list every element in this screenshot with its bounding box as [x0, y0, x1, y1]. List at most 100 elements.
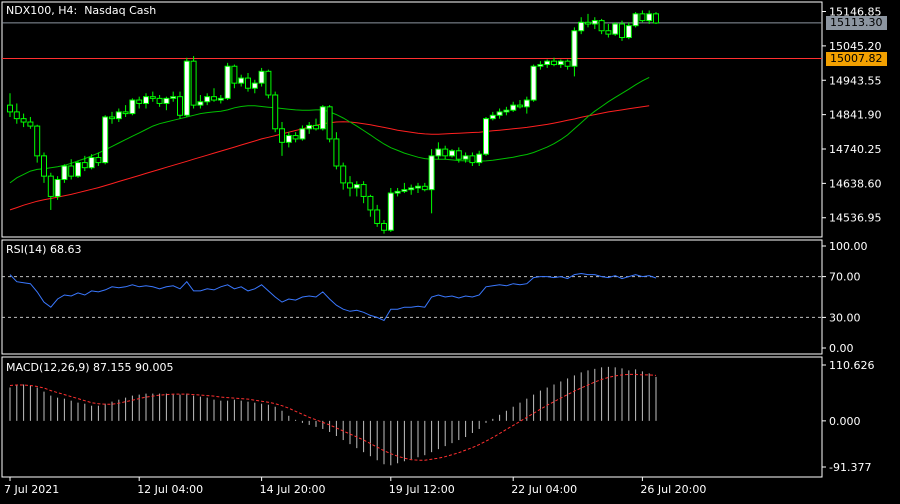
candle-body	[408, 187, 415, 191]
chart-title: NDX100, H4: Nasdaq Cash	[6, 4, 157, 17]
candle	[591, 17, 598, 30]
candle	[238, 74, 245, 87]
candle	[204, 93, 211, 106]
candle	[149, 91, 156, 102]
candle-body	[598, 20, 605, 32]
candle-body	[578, 21, 585, 32]
candle-body	[612, 23, 619, 35]
candle	[605, 23, 612, 38]
candle-body	[177, 96, 183, 116]
candle-body	[115, 111, 122, 120]
candle	[557, 59, 564, 68]
trading-chart[interactable]: 15146.85 15045.20 14943.55 14841.90 14740.25…	[0, 0, 900, 500]
candle	[279, 122, 285, 156]
macd-frame	[1, 356, 823, 478]
macd-tick-label: -91.377	[829, 461, 871, 474]
candle-body	[449, 150, 455, 157]
candle-body	[129, 99, 136, 115]
candle	[143, 93, 149, 109]
axis-labels: 15146.8515045.2014943.5514841.9014740.25…	[4, 6, 882, 496]
candle-body	[7, 104, 13, 113]
pane-frames	[1, 1, 823, 478]
candle-body	[619, 23, 625, 39]
candle-body	[211, 96, 217, 101]
candle-body	[387, 192, 394, 231]
candle	[428, 149, 435, 214]
candle-body	[571, 30, 578, 67]
chart-canvas[interactable]: 15146.8515045.2014943.5514841.9014740.25…	[0, 0, 900, 500]
candle-body	[530, 65, 537, 101]
candle	[122, 105, 129, 117]
candle	[95, 152, 102, 166]
candle	[653, 12, 659, 24]
candle	[585, 13, 591, 28]
candle-body	[517, 104, 523, 108]
candle	[7, 93, 13, 117]
candle	[381, 220, 387, 234]
candle	[47, 172, 54, 210]
candle-body	[496, 111, 503, 116]
candle	[170, 91, 177, 102]
macd-pane[interactable]	[9, 366, 657, 466]
candle-body	[462, 155, 469, 160]
candle-body	[20, 118, 27, 123]
candle-body	[585, 21, 591, 25]
candle	[353, 181, 360, 197]
candle	[619, 20, 625, 41]
candle	[163, 96, 170, 111]
candle-body	[54, 179, 61, 197]
candle-body	[34, 125, 41, 157]
candle	[367, 194, 374, 217]
candle	[115, 108, 122, 123]
candle-body	[81, 162, 88, 169]
candle-body	[544, 60, 551, 66]
candle	[272, 91, 279, 133]
candle-body	[102, 116, 109, 164]
candle-body	[537, 64, 544, 67]
candle	[476, 150, 483, 166]
candle	[489, 111, 496, 121]
rsi-pane[interactable]	[2, 272, 822, 322]
candle	[292, 132, 299, 143]
candle-body	[469, 155, 476, 164]
rsi-tick-label: 0.00	[829, 342, 854, 355]
candle-body	[333, 138, 340, 167]
candle	[415, 182, 421, 194]
candle	[639, 10, 646, 23]
candle-body	[47, 175, 54, 197]
candle	[449, 149, 455, 158]
candle-body	[442, 148, 449, 157]
candle-body	[231, 65, 238, 84]
candle	[374, 204, 381, 227]
candle	[571, 27, 578, 77]
candle	[258, 67, 265, 87]
candle	[136, 96, 143, 109]
rsi-tick-label: 30.00	[829, 311, 861, 324]
candle-body	[88, 157, 95, 169]
candle	[177, 91, 183, 119]
x-tick-label: 7 Jul 2021	[4, 483, 59, 496]
candle	[340, 162, 347, 190]
candle	[421, 182, 428, 192]
candle	[306, 122, 313, 134]
x-tick-label: 12 Jul 04:00	[137, 483, 203, 496]
candle-body	[557, 60, 564, 66]
price-frame	[1, 1, 823, 238]
candle	[598, 18, 605, 35]
candle-body	[394, 190, 401, 194]
price-pane[interactable]	[2, 10, 822, 234]
candle-body	[41, 155, 47, 177]
candle	[13, 103, 20, 124]
candle-body	[646, 13, 653, 22]
macd-tick-label: 0.000	[829, 415, 861, 428]
candle-body	[183, 60, 190, 116]
candle	[231, 64, 238, 89]
candle	[517, 100, 523, 109]
candle	[564, 59, 571, 70]
candle	[156, 94, 163, 107]
candle	[299, 125, 306, 141]
candle-body	[483, 118, 489, 155]
candle	[61, 164, 68, 183]
price-tick-label: 14740.25	[829, 143, 882, 156]
candle	[333, 132, 340, 170]
